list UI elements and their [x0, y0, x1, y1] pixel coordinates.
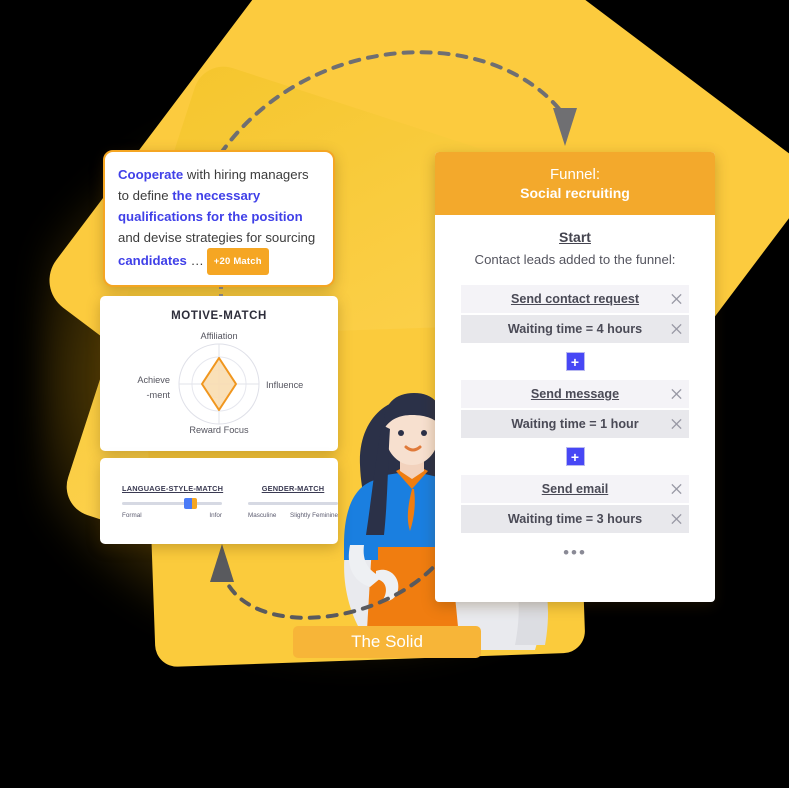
close-icon[interactable]: [670, 418, 683, 431]
close-icon[interactable]: [670, 388, 683, 401]
screenshot-root: Cooperate with hiring managers to define…: [0, 0, 789, 788]
match-badge: +20 Match: [206, 248, 269, 275]
add-step-button[interactable]: +: [565, 447, 585, 466]
funnel-step-waiting-3-hours[interactable]: Waiting time = 3 hours: [461, 505, 689, 533]
close-icon[interactable]: [670, 483, 683, 496]
slider-gender-match[interactable]: GENDER-MATCH Masculine Slightly Feminine: [248, 484, 338, 519]
funnel-step-send-message[interactable]: Send message: [461, 380, 689, 408]
motive-match-card: MOTIVE-MATCH Affiliation Influence Rewar…: [100, 296, 338, 451]
plain-2: and devise strategies for sourcing: [118, 230, 316, 245]
radar-chart: Affiliation Influence Reward Focus Achie…: [100, 322, 338, 440]
slider-left-label-gender: Masculine: [248, 512, 277, 519]
funnel-header: Funnel: Social recruiting: [435, 152, 715, 215]
motive-match-title: MOTIVE-MATCH: [171, 310, 267, 322]
slider-left-label-language: Formal: [122, 512, 142, 519]
the-solid-pill: The Solid: [293, 626, 481, 658]
funnel-card: Funnel: Social recruiting Start Contact …: [435, 152, 715, 602]
job-description-card: Cooperate with hiring managers to define…: [103, 150, 335, 287]
add-step-button[interactable]: +: [565, 352, 585, 371]
highlight-cooperate: Cooperate: [118, 167, 184, 182]
plain-3: …: [186, 252, 204, 268]
funnel-step-send-contact-request[interactable]: Send contact request: [461, 285, 689, 313]
funnel-start-sub: Contact leads added to the funnel:: [474, 252, 676, 267]
radar-label-achievement-line2: -ment: [147, 390, 171, 400]
add-step-row-2: +: [461, 447, 689, 466]
funnel-title: Funnel:: [549, 166, 601, 183]
slider-track-language[interactable]: [122, 498, 222, 509]
funnel-subtitle: Social recruiting: [520, 185, 630, 201]
radar-label-achievement-line1: Achieve: [137, 375, 170, 385]
radar-label-reward-focus: Reward Focus: [189, 425, 249, 435]
funnel-step-send-email[interactable]: Send email: [461, 475, 689, 503]
slider-thumb-language[interactable]: [184, 498, 197, 509]
slider-right-label-language: Infor: [209, 512, 222, 519]
funnel-step-label: Waiting time = 4 hours: [507, 322, 643, 336]
add-step-row-1: +: [461, 352, 689, 371]
funnel-step-waiting-1-hour[interactable]: Waiting time = 1 hour: [461, 410, 689, 438]
funnel-step-label: Waiting time = 1 hour: [511, 417, 639, 431]
funnel-step-label: Send email: [541, 482, 609, 496]
close-icon[interactable]: [670, 513, 683, 526]
slider-track-gender[interactable]: [248, 502, 338, 505]
match-sliders-card: LANGUAGE-STYLE-MATCH Formal Infor GENDER…: [100, 458, 338, 544]
funnel-more-indicator[interactable]: •••: [461, 543, 689, 563]
funnel-start-label: Start: [559, 229, 591, 245]
slider-language-style-match[interactable]: LANGUAGE-STYLE-MATCH Formal Infor: [122, 484, 224, 519]
job-description-text: Cooperate with hiring managers to define…: [118, 164, 320, 275]
highlight-candidates: candidates: [118, 252, 187, 268]
funnel-step-waiting-4-hours[interactable]: Waiting time = 4 hours: [461, 315, 689, 343]
the-solid-label: The Solid: [351, 632, 423, 651]
close-icon[interactable]: [670, 323, 683, 336]
close-icon[interactable]: [670, 293, 683, 306]
funnel-step-label: Send message: [530, 387, 620, 401]
radar-label-affiliation: Affiliation: [200, 331, 237, 341]
radar-label-influence: Influence: [266, 380, 303, 390]
funnel-step-label: Send contact request: [510, 292, 640, 306]
slider-title-language: LANGUAGE-STYLE-MATCH: [122, 484, 224, 493]
funnel-step-label: Waiting time = 3 hours: [507, 512, 643, 526]
slider-right-label-gender: Slightly Feminine: [290, 512, 338, 519]
slider-title-gender: GENDER-MATCH: [261, 484, 325, 493]
